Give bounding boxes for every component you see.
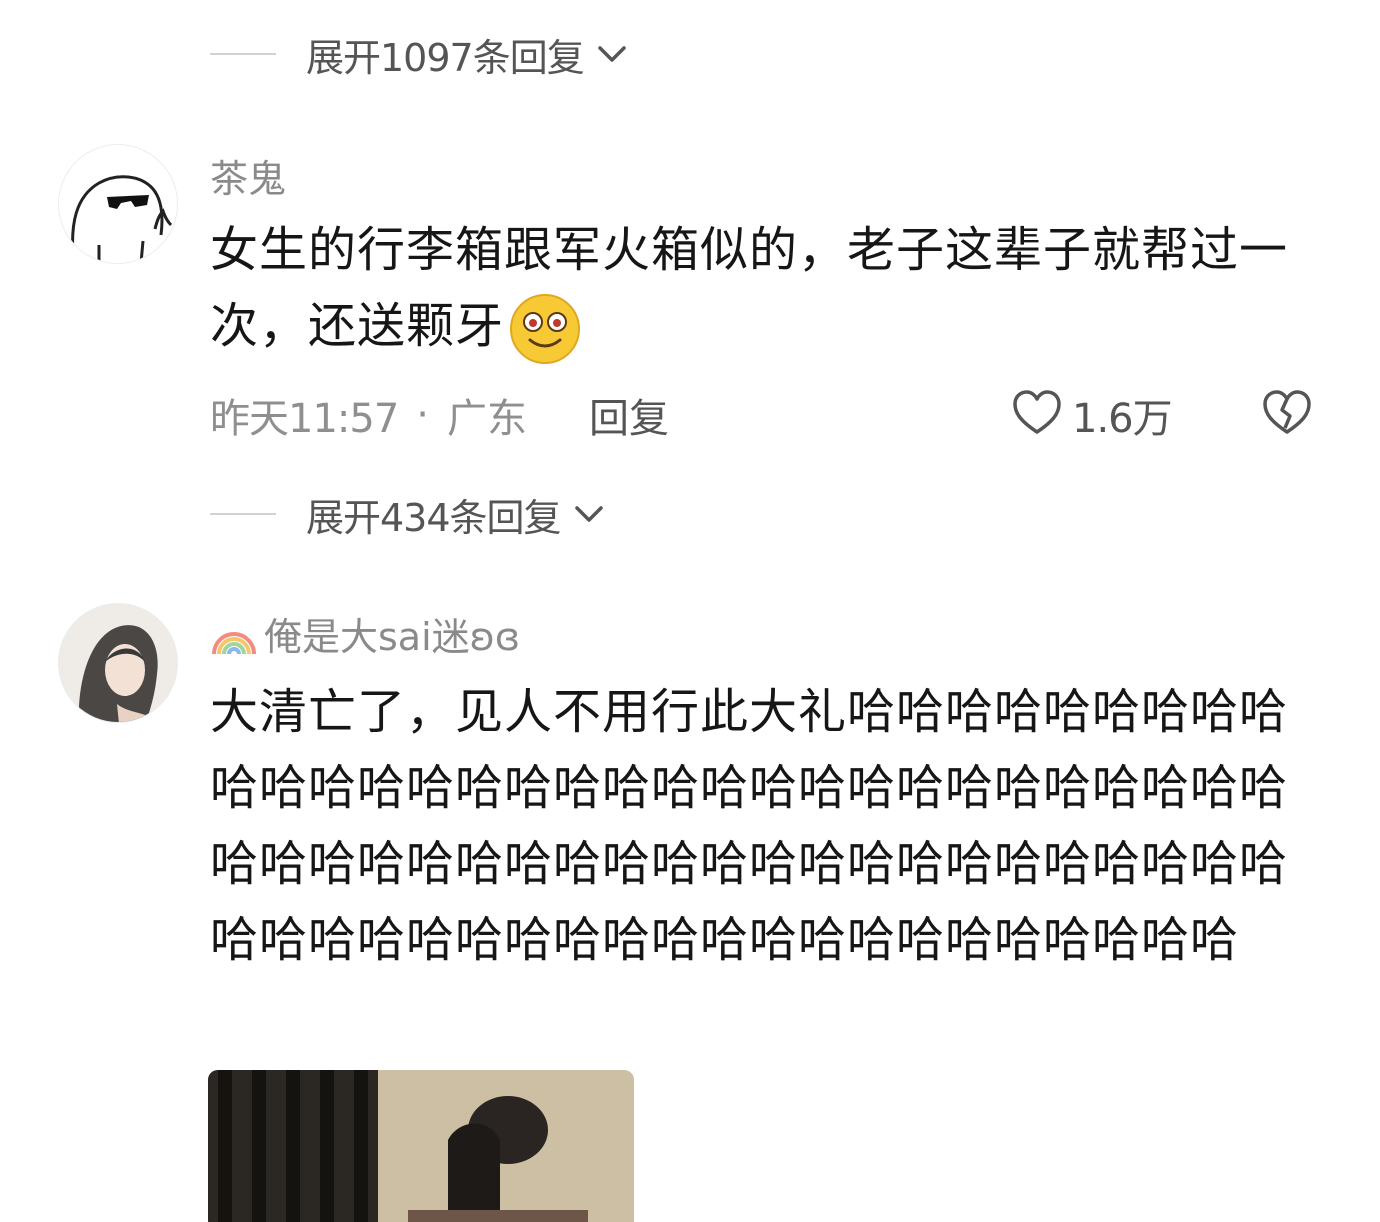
username[interactable]: 茶鬼 [210, 148, 286, 203]
username: 俺是大sai迷ʚɞ [264, 615, 521, 659]
smile-emoji-icon [508, 292, 582, 366]
rainbow-icon [210, 610, 258, 658]
expand-replies-button[interactable]: 展开1097条回复 [210, 24, 630, 84]
sunglasses-cartoon-avatar-icon [71, 175, 173, 263]
comment-thread: 展开1097条回复 茶鬼 女生的行李箱跟军火箱似的，老子这辈子就帮过一次，还送颗… [0, 0, 1380, 1222]
comment-text: 女生的行李箱跟军火箱似的，老子这辈子就帮过一次，还送颗牙 [210, 212, 1310, 366]
like-count: 1.6万 [1072, 396, 1173, 442]
avatar[interactable] [58, 144, 178, 264]
meta-separator: · [416, 392, 429, 438]
reply-button[interactable]: 回复 [589, 386, 669, 444]
comment-text: 大清亡了，见人不用行此大礼哈哈哈哈哈哈哈哈哈哈哈哈哈哈哈哈哈哈哈哈哈哈哈哈哈哈哈… [210, 684, 1289, 968]
dislike-button[interactable] [1260, 386, 1314, 444]
username-row[interactable]: 俺是大sai迷ʚɞ [210, 606, 520, 661]
chevron-down-icon [594, 36, 630, 72]
expand-replies-label: 展开434条回复 [306, 495, 562, 540]
avatar[interactable] [58, 603, 178, 723]
chevron-down-icon [571, 496, 607, 532]
comment-time: 昨天11:57 [210, 396, 399, 442]
attached-image[interactable] [208, 1070, 634, 1222]
comment-body: 女生的行李箱跟军火箱似的，老子这辈子就帮过一次，还送颗牙 [210, 222, 1289, 354]
expand-replies-button[interactable]: 展开434条回复 [210, 484, 607, 544]
anime-girl-avatar-icon [59, 604, 177, 722]
like-button[interactable]: 1.6万 [1010, 386, 1173, 444]
comment-meta: 昨天11:57 · 广东 回复 1.6万 [210, 385, 1320, 445]
divider-line [210, 513, 276, 515]
divider-line [210, 53, 276, 55]
comment-location: 广东 [447, 396, 527, 442]
heart-icon [1010, 386, 1064, 444]
expand-replies-label: 展开1097条回复 [306, 35, 585, 80]
broken-heart-icon [1260, 386, 1314, 444]
